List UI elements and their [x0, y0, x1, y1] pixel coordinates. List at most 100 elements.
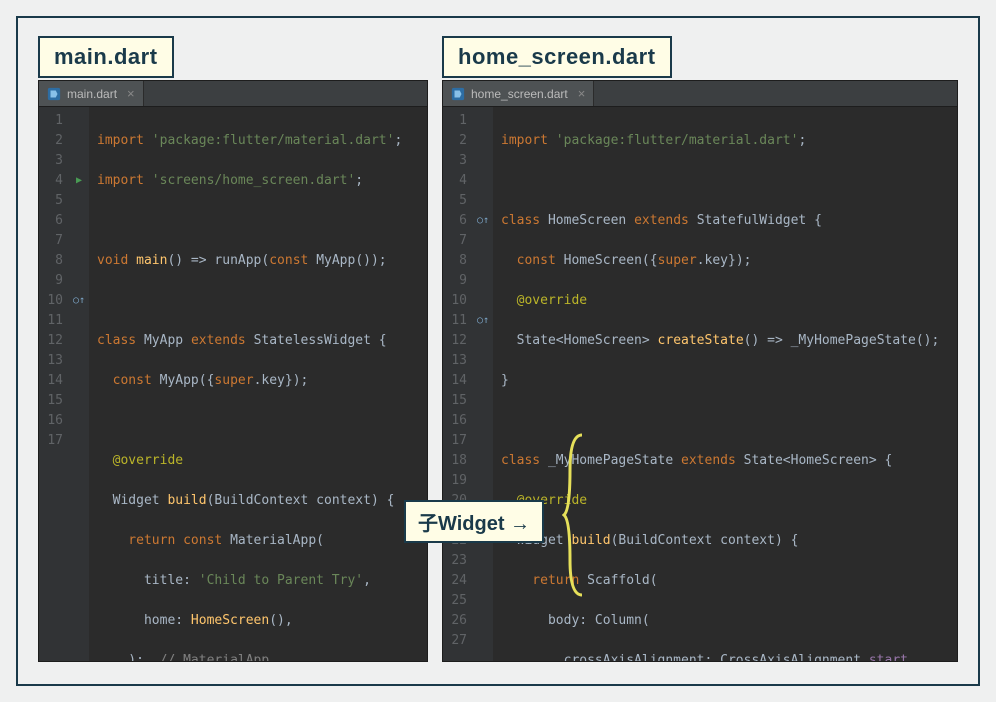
left-file-title: main.dart — [38, 36, 174, 78]
t: class — [97, 333, 144, 348]
run-gutter-icon[interactable]: ▶ — [69, 171, 89, 191]
line-number: 1 — [45, 111, 63, 131]
right-gutter: 1 2 3 4 5 6 7 8 9 10 11 12 13 14 — [443, 107, 473, 661]
line-number: 15 — [449, 391, 467, 411]
line-number: 8 — [449, 251, 467, 271]
t: // MaterialApp — [160, 653, 270, 661]
t: State<HomeScreen> { — [744, 453, 893, 468]
t: StatefulWidget { — [697, 213, 822, 228]
t: extends — [681, 453, 744, 468]
line-number: 11 — [449, 311, 467, 331]
t: (), — [269, 613, 292, 628]
right-code[interactable]: import 'package:flutter/material.dart'; … — [493, 107, 947, 661]
t: (BuildContext context) { — [207, 493, 395, 508]
t: HomeScreen — [564, 253, 642, 268]
t: MyApp — [316, 253, 355, 268]
line-number: 17 — [449, 431, 467, 451]
line-number: 2 — [449, 131, 467, 151]
right-tab-label: home_screen.dart — [471, 87, 568, 101]
line-number: 18 — [449, 451, 467, 471]
t: super — [214, 373, 253, 388]
t: ( — [642, 613, 650, 628]
line-number: 25 — [449, 591, 467, 611]
t: start — [869, 653, 908, 661]
t: const — [97, 373, 160, 388]
t: ({ — [199, 373, 215, 388]
close-icon[interactable]: × — [127, 86, 135, 101]
right-tab[interactable]: home_screen.dart × — [443, 81, 594, 106]
t: State<HomeScreen> — [501, 333, 658, 348]
line-number: 26 — [449, 611, 467, 631]
diagram-frame: main.dart main.dart × 1 2 3 — [16, 16, 980, 686]
t: ()); — [355, 253, 386, 268]
right-gutter-marks: ○↑ ○↑ — [473, 107, 493, 661]
t: createState — [658, 333, 744, 348]
line-number: 5 — [45, 191, 63, 211]
left-code-area[interactable]: 1 2 3 4 5 6 7 8 9 10 11 12 13 14 — [39, 107, 427, 661]
t: .key}); — [254, 373, 309, 388]
t: 'screens/home_screen.dart' — [152, 173, 356, 188]
line-number: 23 — [449, 551, 467, 571]
line-number: 24 — [449, 571, 467, 591]
right-file-title: home_screen.dart — [442, 36, 672, 78]
line-number: 11 — [45, 311, 63, 331]
line-number: 5 — [449, 191, 467, 211]
t: crossAxisAlignment: CrossAxisAlignment. — [501, 653, 869, 661]
line-number: 14 — [449, 371, 467, 391]
line-number: 16 — [449, 411, 467, 431]
t: ); — [97, 653, 160, 661]
close-icon[interactable]: × — [578, 86, 586, 101]
line-number: 1 — [449, 111, 467, 131]
t: MaterialApp — [230, 533, 316, 548]
t: HomeScreen — [191, 613, 269, 628]
t: () => — [167, 253, 214, 268]
line-number: 27 — [449, 631, 467, 651]
left-column: main.dart main.dart × 1 2 3 — [38, 36, 428, 662]
t: 'Child to Parent Try' — [199, 573, 363, 588]
line-number: 7 — [45, 231, 63, 251]
t: 'package:flutter/material.dart' — [152, 133, 395, 148]
t: ( — [650, 573, 658, 588]
t: runApp — [214, 253, 261, 268]
left-code[interactable]: import 'package:flutter/material.dart'; … — [89, 107, 410, 661]
dart-file-icon — [451, 87, 465, 101]
t: import — [97, 173, 152, 188]
t: HomeScreen — [548, 213, 634, 228]
line-number: 12 — [449, 331, 467, 351]
override-gutter-icon[interactable]: ○↑ — [473, 311, 493, 331]
line-number: 16 — [45, 411, 63, 431]
line-number: 10 — [45, 291, 63, 311]
t: } — [501, 373, 509, 388]
t: const — [269, 253, 316, 268]
line-number: 17 — [45, 431, 63, 451]
line-number: 12 — [45, 331, 63, 351]
override-gutter-icon[interactable]: ○↑ — [473, 211, 493, 231]
right-column: home_screen.dart home_screen.dart × 1 2 — [442, 36, 958, 662]
line-number: 9 — [449, 271, 467, 291]
right-code-area[interactable]: 1 2 3 4 5 6 7 8 9 10 11 12 13 14 — [443, 107, 957, 661]
line-number: 10 — [449, 291, 467, 311]
line-number: 19 — [449, 471, 467, 491]
t: title: — [97, 573, 199, 588]
t: MyApp — [160, 373, 199, 388]
line-number: 6 — [45, 211, 63, 231]
t: MyApp — [144, 333, 191, 348]
panes: main.dart main.dart × 1 2 3 — [38, 36, 958, 662]
t: void — [97, 253, 136, 268]
t: 'package:flutter/material.dart' — [556, 133, 799, 148]
line-number: 3 — [45, 151, 63, 171]
t: body: — [501, 613, 595, 628]
line-number: 15 — [45, 391, 63, 411]
line-number: 9 — [45, 271, 63, 291]
left-tab[interactable]: main.dart × — [39, 81, 144, 106]
t: () => _MyHomePageState(); — [744, 333, 940, 348]
t: return — [501, 573, 587, 588]
t: const — [501, 253, 564, 268]
t: build — [571, 533, 610, 548]
t: ({ — [642, 253, 658, 268]
override-gutter-icon[interactable]: ○↑ — [69, 291, 89, 311]
line-number: 8 — [45, 251, 63, 271]
t: ; — [798, 133, 806, 148]
t: extends — [191, 333, 254, 348]
t: import — [501, 133, 556, 148]
